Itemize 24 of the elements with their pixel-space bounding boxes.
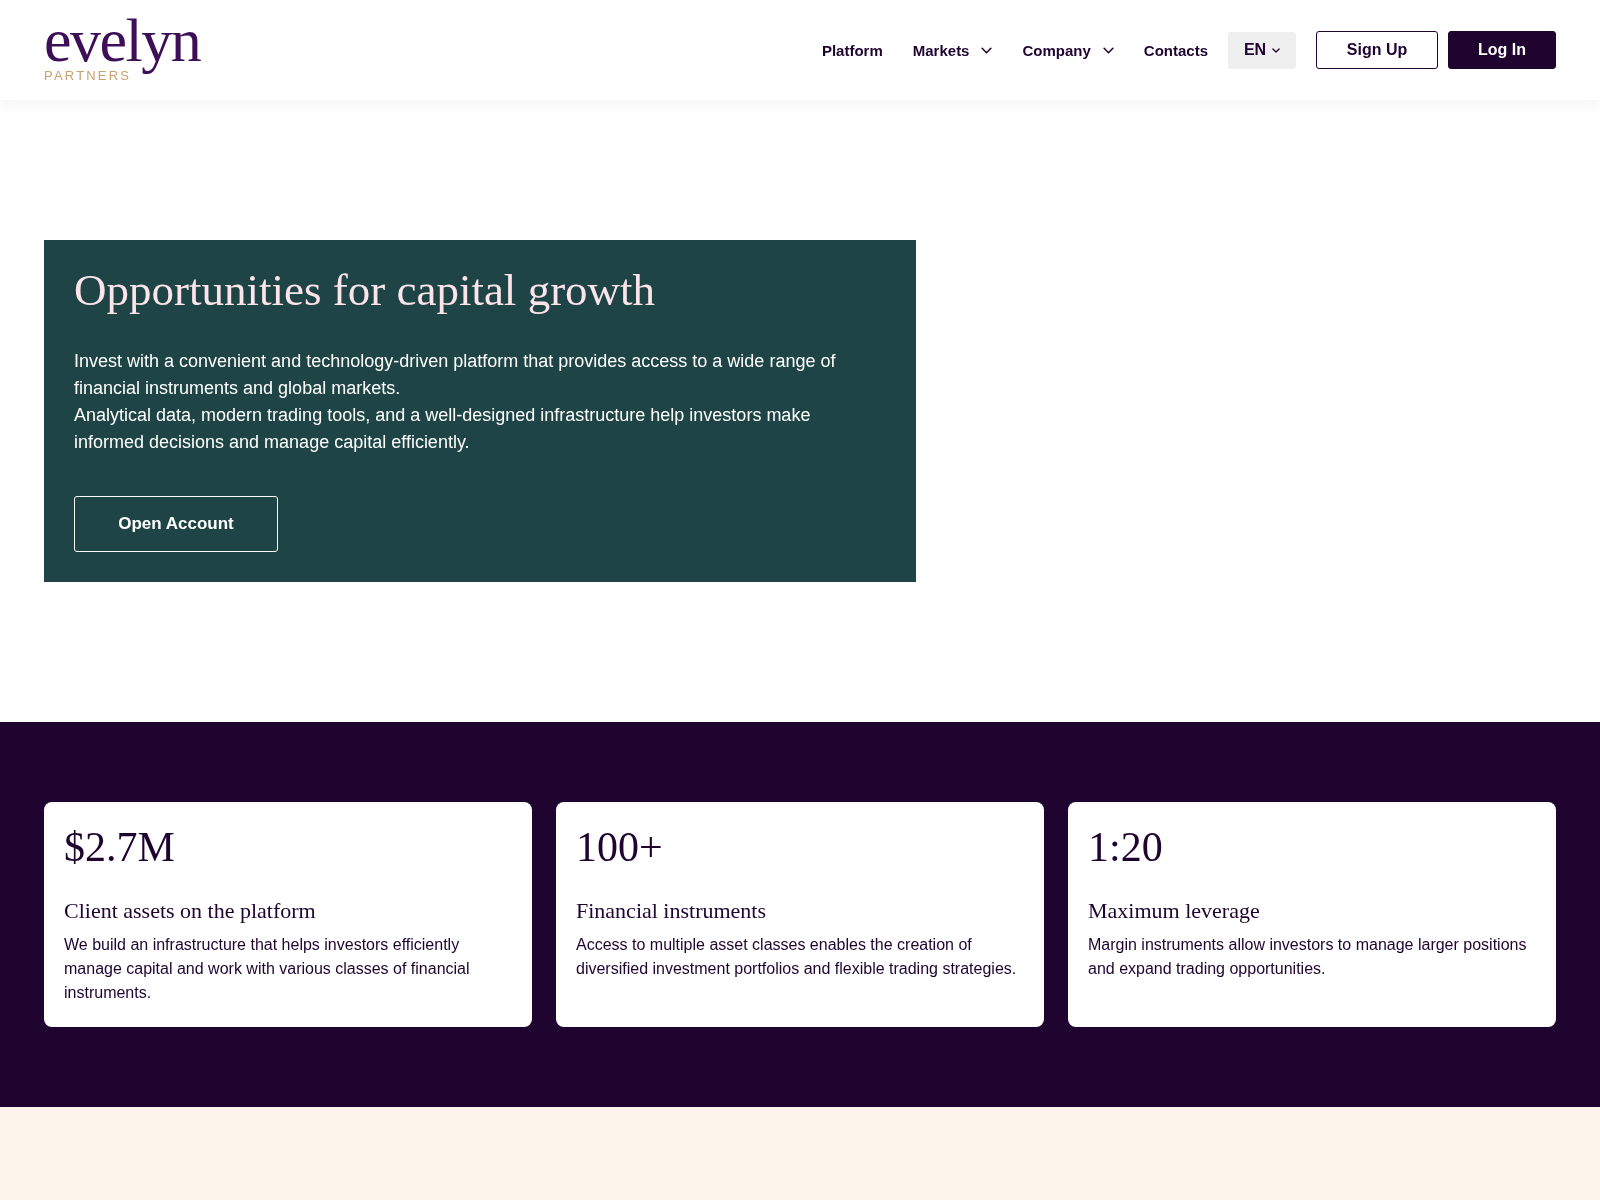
- stat-value: 1:20: [1088, 823, 1164, 872]
- chevron-down-icon: [1102, 46, 1114, 54]
- hero-paragraph: Invest with a convenient and technology-driven platform that provides access to a wide range of financial instruments and global markets.: [74, 350, 837, 400]
- log-in-button[interactable]: Log In: [1448, 31, 1556, 69]
- hero-title: Opportunities for capital growth: [74, 264, 657, 317]
- stat-description: Access to multiple asset classes enables the creation of diversified investment portfolios and flexible trading strategies.: [576, 935, 1018, 979]
- language-selector[interactable]: EN: [1228, 31, 1296, 69]
- nav-link[interactable]: Platform: [821, 41, 883, 59]
- stat-description: We build an infrastructure that helps investors efficiently manage capital and work with various classes of financial instruments.: [64, 935, 471, 1003]
- stat-description: Margin instruments allow investors to manage larger positions and expand trading opportunities.: [1088, 935, 1528, 979]
- nav-dropdown[interactable]: Markets: [912, 41, 993, 59]
- chevron-down-icon: [1272, 47, 1281, 53]
- open-account-button[interactable]: Open Account: [74, 496, 278, 552]
- stat-value: 100+: [576, 823, 664, 872]
- sign-up-button[interactable]: Sign Up: [1316, 31, 1438, 69]
- logo-link[interactable]: evelyn PARTNERS: [44, 16, 201, 84]
- stat-title: Financial instruments: [576, 898, 768, 924]
- hero-paragraph: Analytical data, modern trading tools, and a well-designed infrastructure help investors make informed decisions and manage capital efficiently.: [74, 404, 812, 454]
- stat-title: Maximum leverage: [1088, 898, 1261, 924]
- stat-value: $2.7M: [64, 823, 176, 872]
- chevron-down-icon: [981, 46, 993, 54]
- nav-dropdown[interactable]: Company: [1022, 41, 1114, 59]
- stat-title: Client assets on the platform: [64, 898, 317, 924]
- nav-link[interactable]: Contacts: [1143, 41, 1208, 59]
